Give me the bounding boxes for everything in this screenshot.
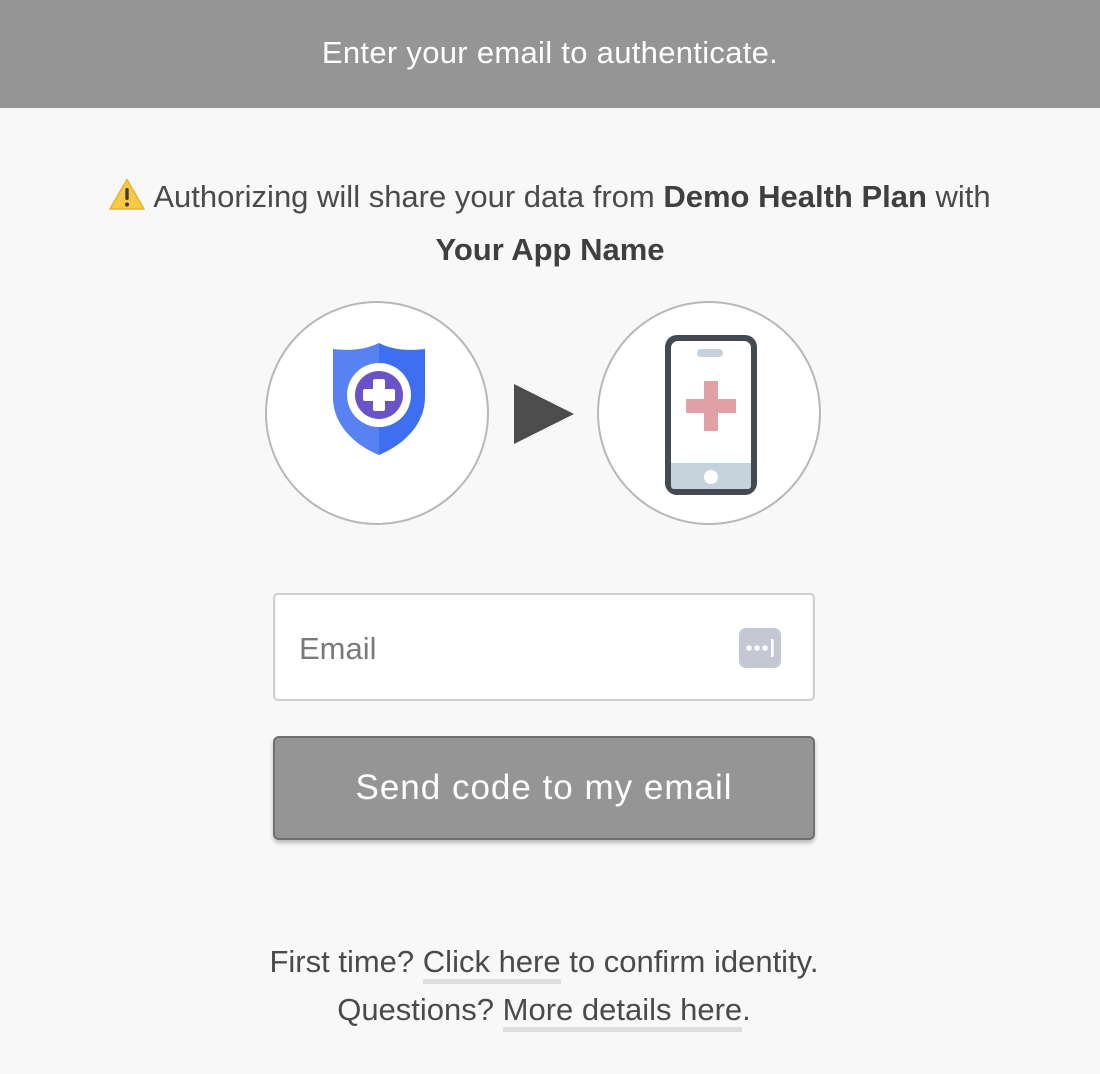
first-time-line: First time? Click here to confirm identi… bbox=[100, 938, 988, 986]
play-arrow-icon bbox=[514, 384, 574, 444]
header-bar: Enter your email to authenticate. bbox=[0, 0, 1100, 108]
warning-text-middle: with bbox=[935, 179, 991, 214]
footer-help: First time? Click here to confirm identi… bbox=[100, 938, 988, 1034]
questions-suffix: . bbox=[742, 992, 751, 1027]
authorization-warning: Authorizing will share your data from De… bbox=[40, 170, 1060, 276]
health-shield-icon bbox=[333, 343, 425, 455]
email-input[interactable] bbox=[297, 615, 721, 683]
more-details-link[interactable]: More details here bbox=[502, 992, 743, 1032]
app-name: Your App Name bbox=[435, 232, 665, 267]
warning-text-prefix: Authorizing will share your data from bbox=[153, 179, 655, 214]
warning-icon bbox=[109, 173, 146, 210]
email-field[interactable] bbox=[273, 593, 815, 701]
confirm-identity-link[interactable]: Click here bbox=[422, 944, 561, 984]
questions-prefix: Questions? bbox=[337, 992, 495, 1027]
password-autofill-icon[interactable] bbox=[739, 628, 781, 668]
send-code-button[interactable]: Send code to my email bbox=[273, 736, 815, 840]
questions-line: Questions? More details here. bbox=[100, 986, 988, 1034]
provider-name: Demo Health Plan bbox=[663, 179, 927, 214]
app-logo-circle bbox=[597, 301, 821, 525]
first-time-prefix: First time? bbox=[269, 944, 415, 979]
page-title: Enter your email to authenticate. bbox=[321, 35, 779, 70]
phone-medical-icon bbox=[665, 335, 757, 495]
first-time-suffix: to confirm identity. bbox=[569, 944, 819, 979]
provider-logo-circle bbox=[265, 301, 489, 525]
